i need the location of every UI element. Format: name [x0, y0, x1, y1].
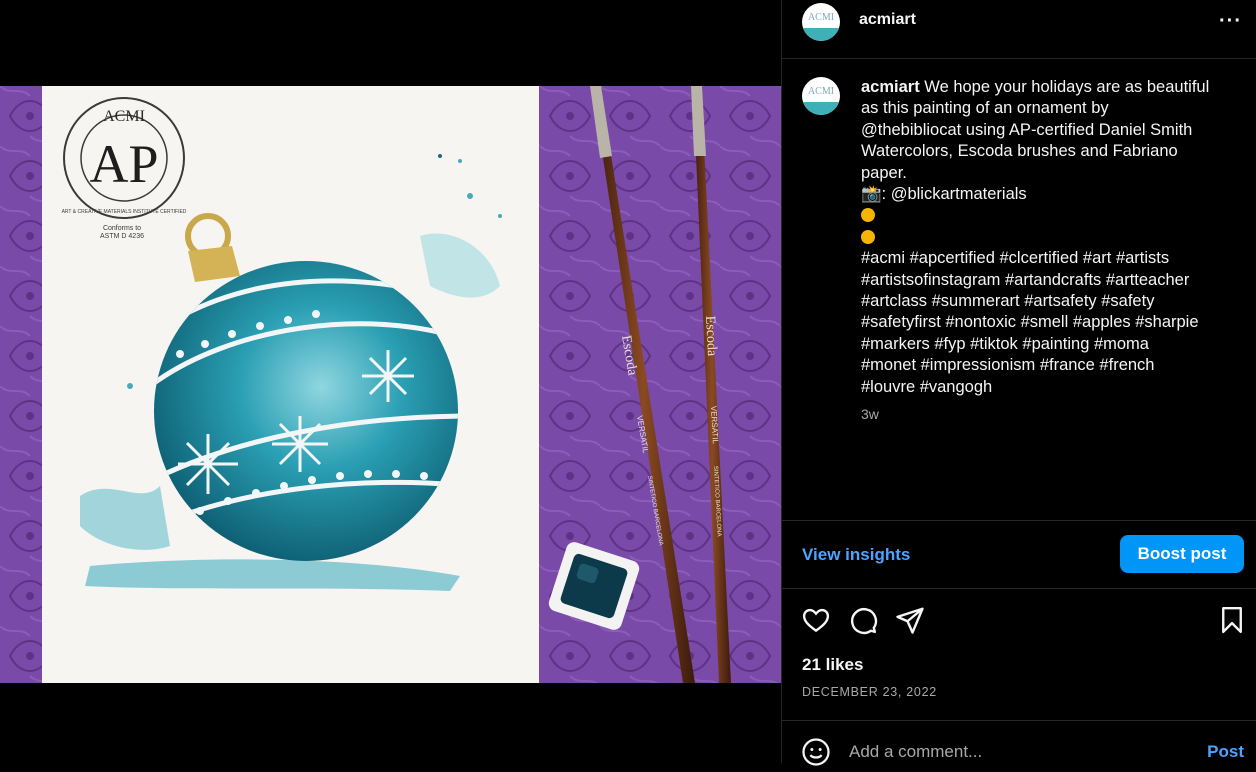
seal-ring-text: ART & CREATIVE MATERIALS INSTITUTE CERTI… [62, 209, 187, 215]
smiley-emoji-icon [861, 229, 875, 244]
boost-post-button[interactable]: Boost post [1120, 535, 1244, 573]
emoji-line-1 [861, 205, 1241, 226]
seal-center-text: AP [89, 134, 158, 194]
header-username[interactable]: acmiart [859, 11, 916, 29]
brush-right-brand: Escoda [702, 315, 719, 357]
caption-avatar[interactable]: ACMI [802, 77, 840, 115]
hashtags-5[interactable]: #markers #fyp #tiktok #painting #moma [861, 334, 1241, 355]
media-pane: ACMI AP ART & CREATIVE MATERIALS INSTITU… [0, 0, 781, 763]
view-insights-link[interactable]: View insights [802, 545, 910, 565]
caption-line-1: acmiart We hope your holidays are as bea… [861, 77, 1241, 98]
hashtags-3[interactable]: #artclass #summerart #artsafety #safety [861, 291, 1241, 312]
avatar-text: ACMI [807, 12, 835, 23]
camera-icon: 📸 [861, 185, 882, 204]
divider [782, 720, 1256, 721]
post-sidebar: ACMI acmiart ··· ACMI acmiart We hope yo… [782, 0, 1256, 766]
camera-credit-line: 📸: @blickartmaterials [861, 184, 1241, 205]
emoji-line-2 [861, 227, 1241, 248]
divider [782, 588, 1256, 589]
hashtags-7[interactable]: #louvre #vangogh [861, 377, 1241, 398]
caption-username[interactable]: acmiart [861, 78, 920, 96]
avatar[interactable]: ACMI [802, 3, 840, 41]
post-time: 3w [861, 406, 879, 422]
post-caption: acmiart We hope your holidays are as bea… [861, 77, 1241, 398]
hashtags-1[interactable]: #acmi #apcertified #clcertified #art #ar… [861, 248, 1241, 269]
caption-text-3: @thebibliocat using AP-certified Daniel … [861, 120, 1193, 139]
seal-top-text: ACMI [103, 108, 145, 125]
caption-avatar-text: ACMI [807, 86, 835, 97]
divider [782, 520, 1256, 521]
post-date: DECEMBER 23, 2022 [802, 685, 937, 699]
hashtags-2[interactable]: #artistsofinstagram #artandcrafts #artte… [861, 270, 1241, 291]
bookmark-icon[interactable] [1217, 605, 1247, 635]
share-icon[interactable] [895, 605, 925, 635]
smiley-emoji-icon [861, 208, 875, 223]
caption-text-1: We hope your holidays are as beautiful [924, 78, 1210, 96]
post-comment-button[interactable]: Post [1207, 742, 1244, 762]
caption-text-5: paper. [861, 163, 907, 182]
seal-note-2: ASTM D 4236 [100, 233, 144, 240]
post-image[interactable]: ACMI AP ART & CREATIVE MATERIALS INSTITU… [0, 86, 781, 683]
hashtags-4[interactable]: #safetyfirst #nontoxic #smell #apples #s… [861, 312, 1241, 333]
more-icon[interactable]: ··· [1219, 10, 1242, 33]
hashtags-6[interactable]: #monet #impressionism #france #french [861, 355, 1241, 376]
comment-input[interactable]: Add a comment... [849, 742, 982, 762]
camera-credit[interactable]: : @blickartmaterials [882, 185, 1027, 203]
heart-icon[interactable] [801, 605, 831, 635]
caption-text-2: as this painting of an ornament by [861, 99, 1109, 118]
comment-icon[interactable] [848, 605, 878, 635]
ornament-painting: ACMI AP ART & CREATIVE MATERIALS INSTITU… [0, 86, 781, 683]
post-header: ACMI acmiart ··· [782, 0, 1256, 59]
caption-text-4: Watercolors, Escoda brushes and Fabriano [861, 142, 1178, 161]
likes-count[interactable]: 21 likes [802, 655, 863, 675]
seal-note-1: Conforms to [103, 225, 141, 232]
